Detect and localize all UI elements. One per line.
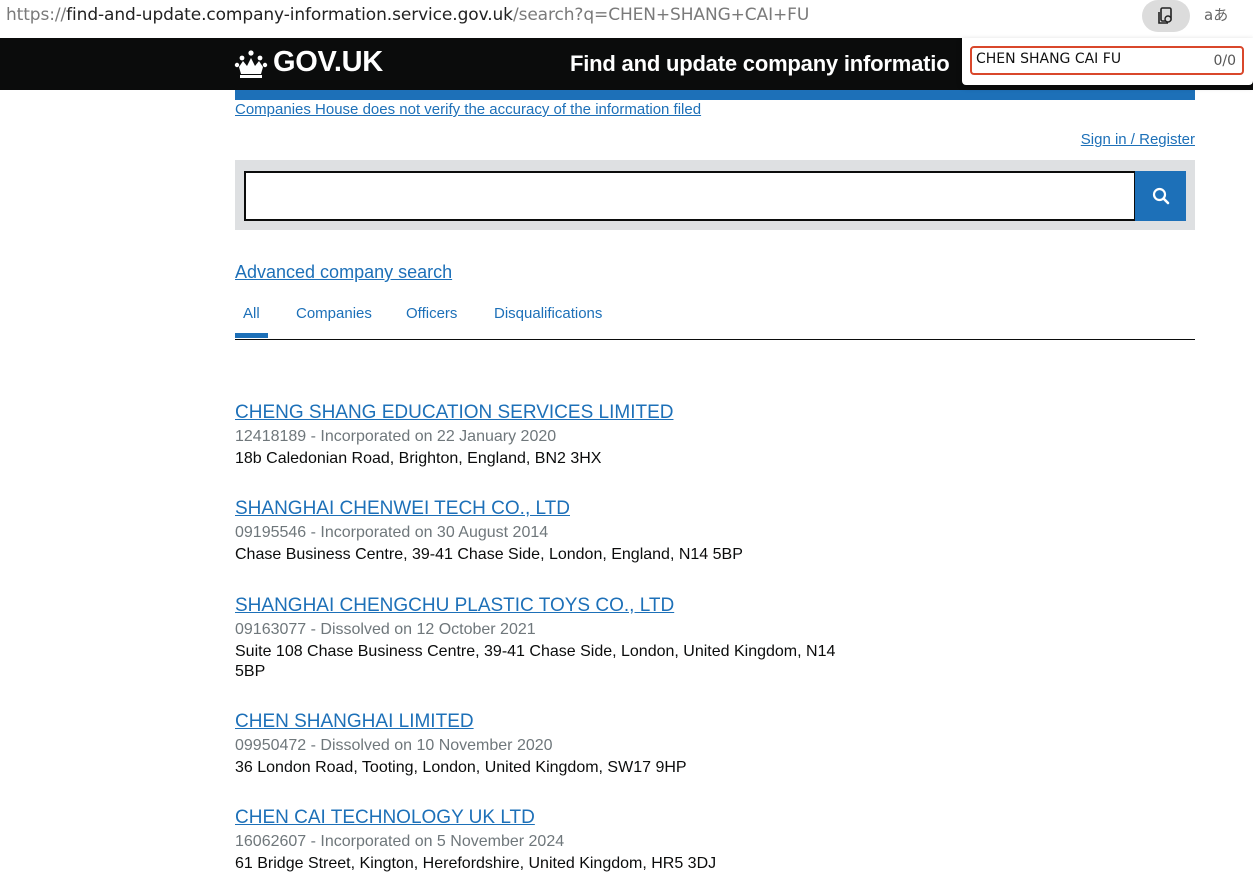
translate-button[interactable]: aあ [1204, 4, 1228, 25]
active-tab-indicator [235, 333, 268, 338]
result-meta: 09195546 - Incorporated on 30 August 201… [235, 524, 549, 541]
result-address: 61 Bridge Street, Kington, Herefordshire… [235, 855, 717, 872]
url-scheme: https:// [6, 5, 67, 25]
url-path: /search?q=CHEN+SHANG+CAI+FU [512, 5, 810, 25]
sign-in-link[interactable]: Sign in / Register [1081, 131, 1195, 148]
result-address: Chase Business Centre, 39-41 Chase Side,… [235, 546, 743, 563]
tab-officers[interactable]: Officers [406, 305, 457, 322]
crown-icon [234, 50, 268, 78]
list-item: CHEN CAI TECHNOLOGY UK LTD 16062607 - In… [235, 805, 855, 875]
tab-disqualifications[interactable]: Disqualifications [494, 305, 602, 322]
list-item: CHEN SHANGHAI LIMITED 09950472 - Dissolv… [235, 709, 855, 805]
result-title-link[interactable]: SHANGHAI CHENWEI TECH CO., LTD [235, 496, 855, 522]
govuk-logo[interactable]: GOV.UK [273, 46, 383, 79]
result-address: 18b Caledonian Road, Brighton, England, … [235, 450, 602, 467]
list-item: CHENG SHANG EDUCATION SERVICES LIMITED 1… [235, 400, 855, 496]
tab-companies[interactable]: Companies [296, 305, 372, 322]
search-icon [1152, 187, 1169, 205]
find-match-count: 0/0 [1213, 53, 1236, 69]
copy-link-icon [1158, 7, 1172, 24]
result-title-link[interactable]: SHANGHAI CHENGCHU PLASTIC TOYS CO., LTD [235, 593, 855, 619]
tab-all[interactable]: All [243, 305, 260, 322]
url-text[interactable]: https://find-and-update.company-informat… [6, 5, 809, 25]
result-title-link[interactable]: CHEN CAI TECHNOLOGY UK LTD [235, 805, 855, 831]
browser-address-bar[interactable]: https://find-and-update.company-informat… [0, 0, 1253, 38]
find-box[interactable]: 0/0 [970, 46, 1244, 75]
result-address: Suite 108 Chase Business Centre, 39-41 C… [235, 643, 836, 680]
result-title-link[interactable]: CHENG SHANG EDUCATION SERVICES LIMITED [235, 400, 855, 426]
service-name[interactable]: Find and update company informatio [570, 51, 950, 77]
results-list: CHENG SHANG EDUCATION SERVICES LIMITED 1… [235, 400, 855, 875]
header-blue-bar [235, 90, 1195, 100]
find-input[interactable] [976, 51, 1176, 67]
list-item: SHANGHAI CHENGCHU PLASTIC TOYS CO., LTD … [235, 593, 855, 709]
result-meta: 09950472 - Dissolved on 10 November 2020 [235, 737, 553, 754]
result-address: 36 London Road, Tooting, London, United … [235, 759, 687, 776]
url-host: find-and-update.company-information.serv… [66, 5, 513, 25]
search-panel [235, 160, 1195, 230]
result-meta: 16062607 - Incorporated on 5 November 20… [235, 833, 565, 850]
results-tabs: All Companies Officers Disqualifications [235, 300, 1195, 340]
search-button[interactable] [1135, 171, 1186, 221]
disclaimer-link[interactable]: Companies House does not verify the accu… [235, 101, 701, 118]
find-in-page-popup: 0/0 [962, 38, 1253, 85]
search-input[interactable] [244, 171, 1136, 221]
result-title-link[interactable]: CHEN SHANGHAI LIMITED [235, 709, 855, 735]
list-item: SHANGHAI CHENWEI TECH CO., LTD 09195546 … [235, 496, 855, 593]
advanced-search-link[interactable]: Advanced company search [235, 262, 452, 283]
result-meta: 09163077 - Dissolved on 12 October 2021 [235, 621, 536, 638]
result-meta: 12418189 - Incorporated on 22 January 20… [235, 428, 557, 445]
copy-link-button[interactable] [1142, 0, 1190, 32]
